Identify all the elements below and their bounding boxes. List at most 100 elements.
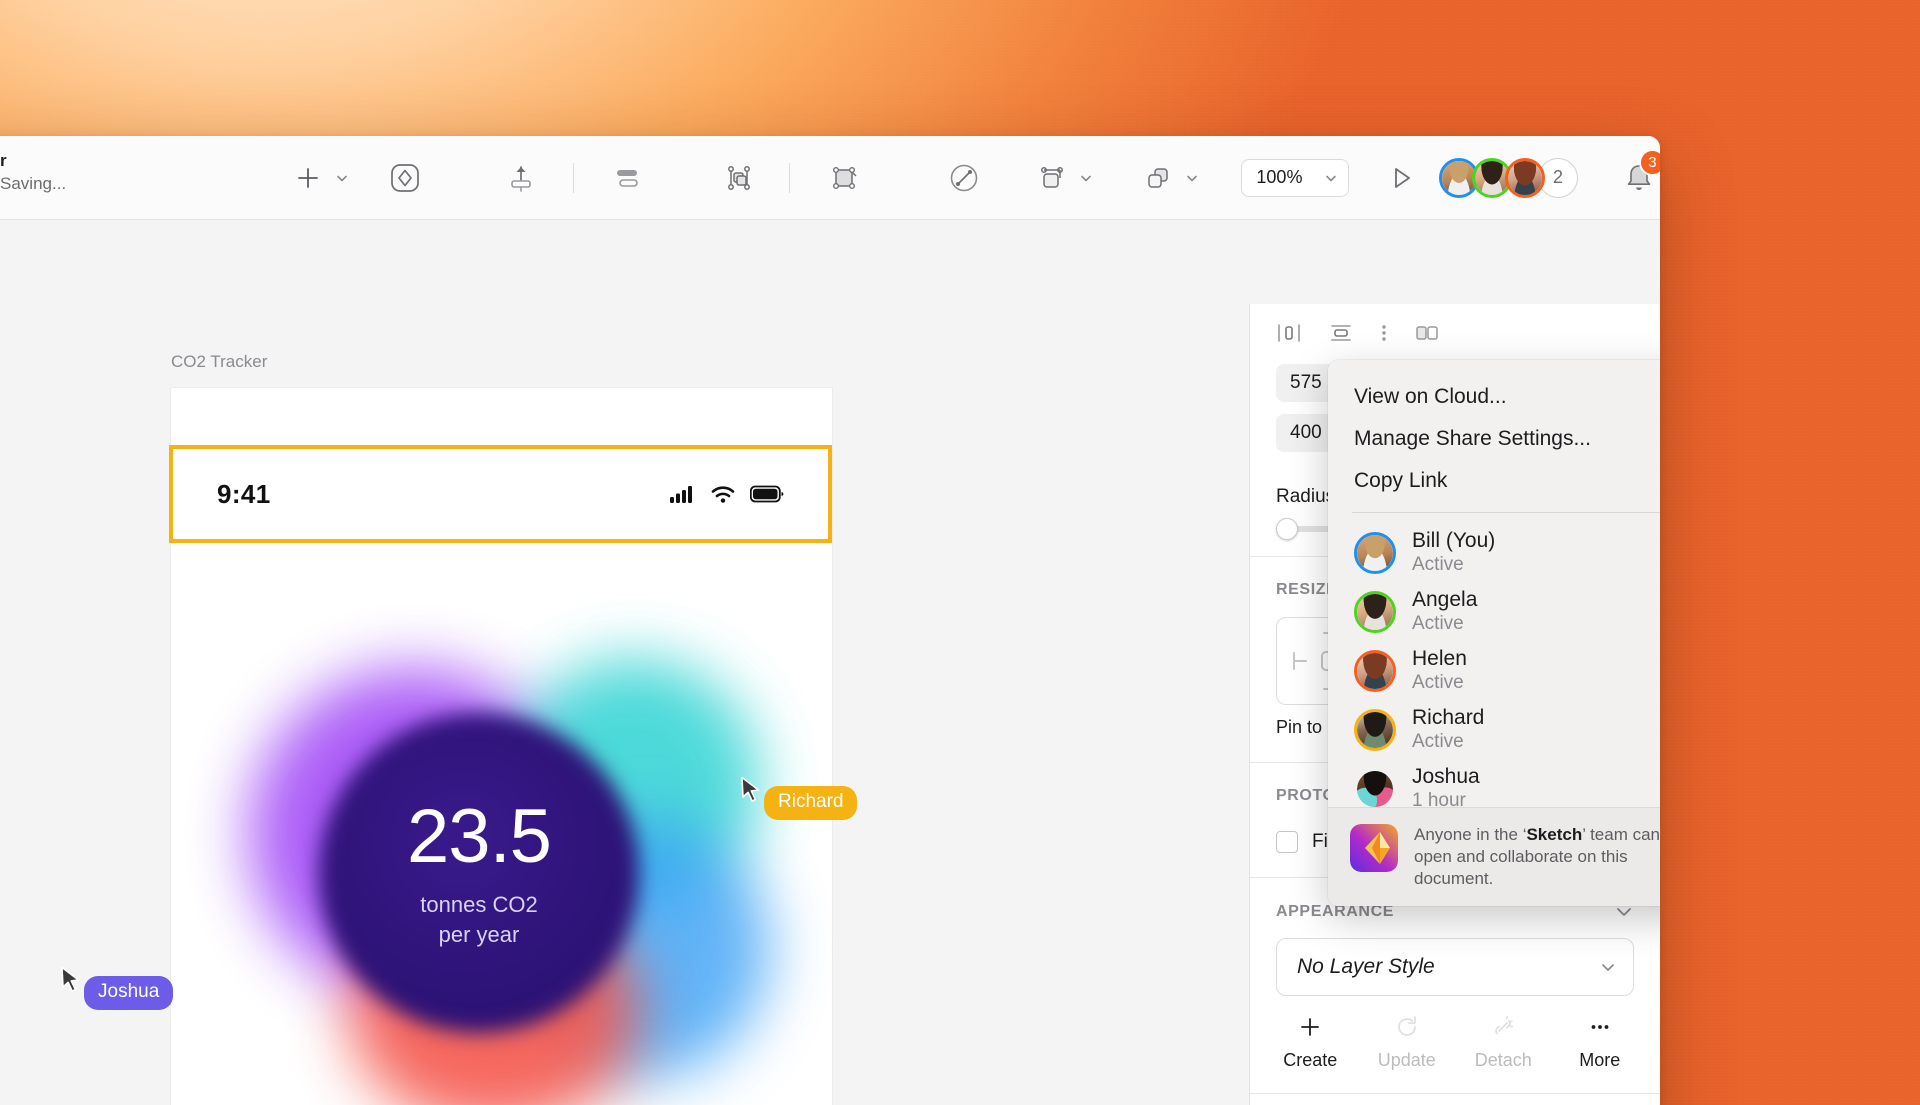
x-position-value: 575 bbox=[1290, 372, 1322, 394]
collaborator-status: Active bbox=[1412, 553, 1495, 577]
more-style-button[interactable]: More bbox=[1552, 1014, 1649, 1071]
cursor-richard: Richard bbox=[740, 776, 857, 820]
collaborator-richard[interactable]: Richard Active bbox=[1328, 700, 1660, 759]
collaborator-bill[interactable]: Bill (You) Active bbox=[1328, 523, 1660, 582]
group-icon[interactable] bbox=[717, 155, 761, 201]
co2-metric: 23.5 tonnes CO2 per year bbox=[219, 618, 779, 1105]
menu-item-copy-link[interactable]: Copy Link bbox=[1328, 460, 1660, 502]
collaborator-name: Joshua bbox=[1412, 764, 1480, 789]
co2-gradient-blob[interactable]: 23.5 tonnes CO2 per year bbox=[219, 618, 779, 1105]
artboard-co2-tracker[interactable]: 9:41 bbox=[171, 388, 832, 1105]
share-scope-note: Anyone in the ‘Sketch’ team can open and… bbox=[1328, 807, 1660, 906]
update-style-label: Update bbox=[1378, 1050, 1436, 1071]
note-prefix: Anyone in the ‘ bbox=[1414, 825, 1526, 844]
align-top-icon[interactable] bbox=[499, 155, 543, 201]
detach-icon bbox=[1490, 1014, 1516, 1040]
insert-chevron-down-icon[interactable] bbox=[331, 155, 353, 201]
zoom-chevron-down-icon bbox=[1324, 171, 1338, 185]
component-icon[interactable] bbox=[1029, 155, 1075, 201]
plus-icon bbox=[1297, 1014, 1323, 1040]
layer-style-select[interactable]: No Layer Style bbox=[1276, 938, 1634, 996]
toolbar-divider-2 bbox=[789, 163, 790, 193]
battery-icon bbox=[750, 484, 784, 504]
ellipsis-icon bbox=[1587, 1014, 1613, 1040]
style-actions-row: Create Update Detach bbox=[1262, 1014, 1648, 1071]
share-popover[interactable]: View on Cloud... Manage Share Settings..… bbox=[1328, 360, 1660, 906]
share-scope-text: Anyone in the ‘Sketch’ team can open and… bbox=[1414, 824, 1660, 890]
artboard-label[interactable]: CO2 Tracker bbox=[171, 352, 267, 372]
sketch-logo-icon bbox=[1350, 824, 1398, 872]
status-bar-time: 9:41 bbox=[217, 479, 271, 510]
align-vertical-center-icon[interactable] bbox=[1328, 320, 1354, 346]
align-horizontal-center-icon[interactable] bbox=[1276, 320, 1302, 346]
co2-value: 23.5 bbox=[407, 796, 551, 878]
menu-item-manage-share-settings[interactable]: Manage Share Settings... bbox=[1328, 418, 1660, 460]
avatar-joshua bbox=[1354, 768, 1396, 810]
sketch-app-window: r Saving... bbox=[0, 136, 1660, 1105]
notifications-button[interactable]: 3 bbox=[1618, 157, 1660, 199]
wifi-icon bbox=[710, 484, 736, 504]
status-bar-icons bbox=[670, 484, 784, 504]
zoom-level-select[interactable]: 100% bbox=[1241, 159, 1349, 197]
create-style-button[interactable]: Create bbox=[1262, 1014, 1359, 1071]
collaborator-helen[interactable]: Helen Active bbox=[1328, 641, 1660, 700]
avatar-angela bbox=[1354, 591, 1396, 633]
avatar-richard bbox=[1354, 709, 1396, 751]
avatar-bill bbox=[1354, 532, 1396, 574]
play-preview-icon[interactable] bbox=[1379, 155, 1423, 201]
width-value: 400 bbox=[1290, 422, 1322, 444]
cellular-signal-icon bbox=[670, 484, 696, 504]
cursor-arrow-icon bbox=[60, 966, 82, 996]
cursor-joshua: Joshua bbox=[60, 966, 173, 1010]
collaborator-name: Richard bbox=[1412, 705, 1484, 730]
document-title: r bbox=[0, 150, 66, 172]
co2-unit-line2: per year bbox=[407, 920, 551, 950]
component-chevron-down-icon[interactable] bbox=[1075, 155, 1097, 201]
update-style-button: Update bbox=[1359, 1014, 1456, 1071]
note-team: Sketch bbox=[1526, 825, 1582, 844]
detach-style-button: Detach bbox=[1455, 1014, 1552, 1071]
cursor-arrow-icon bbox=[740, 776, 762, 806]
avatar-helen bbox=[1354, 650, 1396, 692]
collaborator-status: Active bbox=[1412, 730, 1484, 754]
sketch-diamond-icon[interactable] bbox=[383, 155, 427, 201]
document-meta: r Saving... bbox=[0, 150, 66, 196]
divider-opacity bbox=[1250, 1093, 1660, 1094]
document-save-status: Saving... bbox=[0, 172, 66, 196]
popover-divider bbox=[1352, 512, 1660, 513]
radius-slider-knob[interactable] bbox=[1276, 518, 1298, 540]
toolbar-divider-1 bbox=[573, 163, 574, 193]
collaborator-avatar-stack[interactable]: 2 bbox=[1439, 158, 1578, 198]
more-style-label: More bbox=[1579, 1050, 1620, 1071]
fix-position-checkbox[interactable] bbox=[1276, 831, 1298, 853]
create-style-label: Create bbox=[1283, 1050, 1337, 1071]
avatar-helen[interactable] bbox=[1505, 158, 1545, 198]
detach-style-label: Detach bbox=[1475, 1050, 1532, 1071]
more-options-icon[interactable] bbox=[1380, 320, 1388, 346]
distribute-icon[interactable] bbox=[605, 155, 649, 201]
insert-plus-icon[interactable] bbox=[285, 155, 331, 201]
zoom-level-value: 100% bbox=[1256, 167, 1302, 188]
collaborator-status: Active bbox=[1412, 612, 1477, 636]
alignment-toolbar bbox=[1250, 320, 1660, 346]
layer-style-chevron-down-icon bbox=[1599, 958, 1617, 976]
collaborator-status: Active bbox=[1412, 671, 1467, 695]
vector-edit-icon[interactable] bbox=[942, 155, 986, 201]
mask-icon[interactable] bbox=[822, 155, 866, 201]
symbol-icon[interactable] bbox=[1135, 155, 1181, 201]
toolbar: r Saving... bbox=[0, 136, 1660, 220]
cursor-label-richard: Richard bbox=[764, 786, 857, 820]
flip-icon[interactable] bbox=[1414, 320, 1440, 346]
collaborator-name: Helen bbox=[1412, 646, 1467, 671]
menu-item-view-on-cloud[interactable]: View on Cloud... bbox=[1328, 376, 1660, 418]
collaborator-angela[interactable]: Angela Active bbox=[1328, 582, 1660, 641]
notification-badge: 3 bbox=[1639, 149, 1660, 176]
collaborator-name: Bill (You) bbox=[1412, 528, 1495, 553]
co2-unit-line1: tonnes CO2 bbox=[407, 890, 551, 920]
cursor-label-joshua: Joshua bbox=[84, 976, 173, 1010]
status-bar-layer-selected[interactable]: 9:41 bbox=[169, 445, 832, 543]
collaborator-name: Angela bbox=[1412, 587, 1477, 612]
refresh-icon bbox=[1394, 1014, 1420, 1040]
symbol-chevron-down-icon[interactable] bbox=[1181, 155, 1203, 201]
layer-style-value: No Layer Style bbox=[1297, 955, 1435, 979]
